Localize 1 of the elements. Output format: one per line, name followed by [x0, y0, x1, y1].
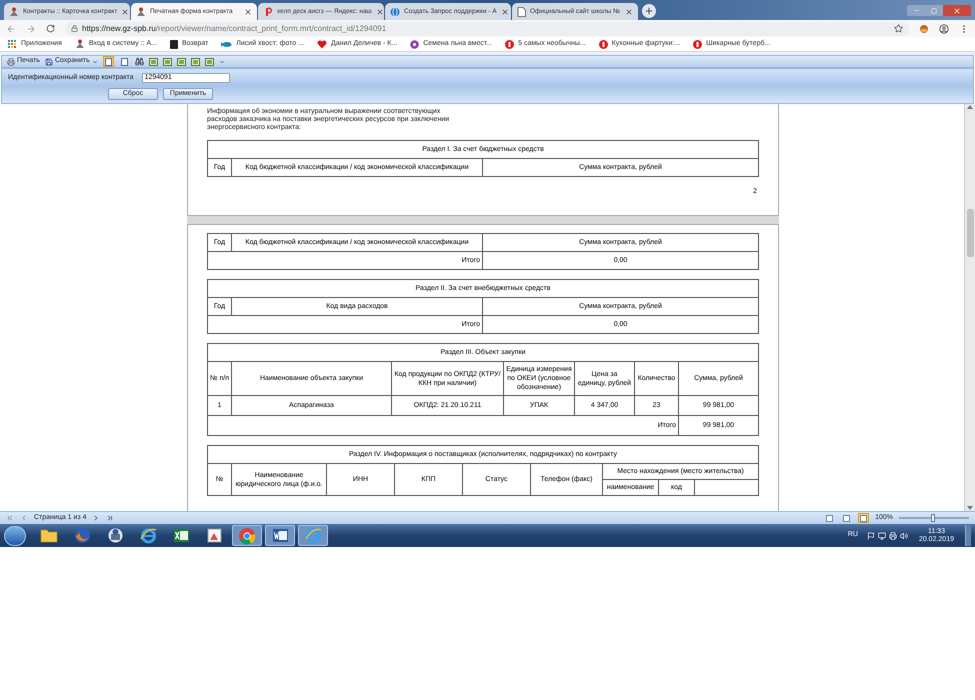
address-bar[interactable]: https://new.gz-spb.ru/report/viewer/name/contract_print_form.mrt/contract_id/1294091	[65, 22, 909, 36]
